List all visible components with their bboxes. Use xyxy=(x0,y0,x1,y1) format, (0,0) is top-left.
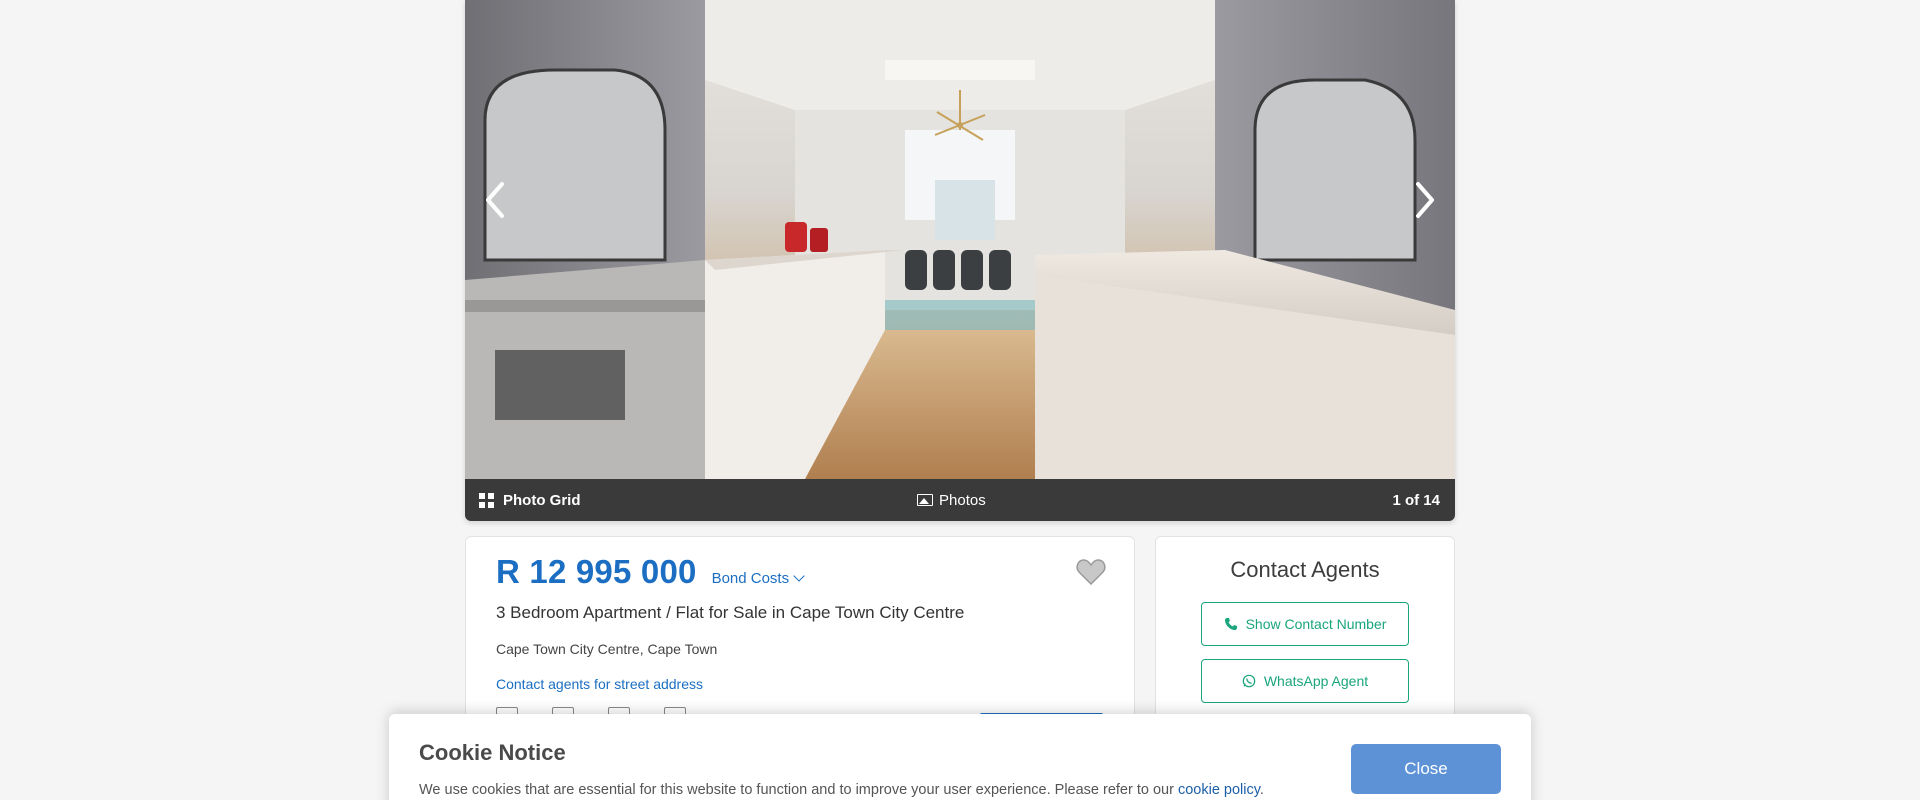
previous-photo-button[interactable] xyxy=(465,170,525,230)
favourite-button[interactable] xyxy=(1076,559,1106,586)
show-contact-number-button[interactable]: Show Contact Number xyxy=(1201,602,1409,646)
listing-location: Cape Town City Centre, Cape Town xyxy=(496,641,718,657)
cookie-notice-text: We use cookies that are essential for th… xyxy=(419,782,1264,798)
cookie-notice-body: We use cookies that are essential for th… xyxy=(419,782,1178,798)
grid-icon xyxy=(479,492,494,508)
bond-costs-toggle[interactable]: Bond Costs xyxy=(711,570,805,587)
whatsapp-agent-label: WhatsApp Agent xyxy=(1263,673,1369,689)
street-address-link[interactable]: Contact agents for street address xyxy=(496,676,703,692)
next-photo-button[interactable] xyxy=(1395,170,1455,230)
photo-gallery: Photo Grid Photos 1 of 14 xyxy=(465,0,1455,521)
listing-price: R 12 995 000 xyxy=(496,553,697,590)
photo-counter: 1 of 14 xyxy=(1392,491,1440,509)
listing-title: 3 Bedroom Apartment / Flat for Sale in C… xyxy=(496,603,965,622)
cookie-policy-link[interactable]: cookie policy xyxy=(1178,782,1260,798)
chevron-down-icon xyxy=(793,570,805,582)
cookie-notice-banner: Cookie Notice We use cookies that are es… xyxy=(389,714,1531,800)
photo-grid-button[interactable]: Photo Grid xyxy=(479,492,581,509)
listing-photo[interactable] xyxy=(465,0,1455,479)
phone-icon xyxy=(1224,618,1237,630)
bond-costs-label: Bond Costs xyxy=(711,570,790,587)
contact-agents-title: Contact Agents xyxy=(1230,557,1380,582)
image-icon xyxy=(917,494,933,506)
chevron-left-icon xyxy=(486,182,504,218)
cookie-close-button[interactable]: Close xyxy=(1351,744,1501,794)
photo-grid-label: Photo Grid xyxy=(503,491,581,509)
whatsapp-icon xyxy=(1242,674,1256,688)
cookie-notice-end: . xyxy=(1259,782,1264,798)
heart-icon xyxy=(1076,559,1106,586)
whatsapp-agent-button[interactable]: WhatsApp Agent xyxy=(1201,659,1409,703)
photos-button[interactable]: Photos xyxy=(917,492,986,509)
show-contact-number-label: Show Contact Number xyxy=(1245,616,1387,632)
gallery-toolbar: Photo Grid Photos 1 of 14 xyxy=(465,479,1455,521)
chevron-right-icon xyxy=(1416,182,1434,218)
photos-label: Photos xyxy=(939,491,986,509)
cookie-notice-title: Cookie Notice xyxy=(419,740,566,765)
